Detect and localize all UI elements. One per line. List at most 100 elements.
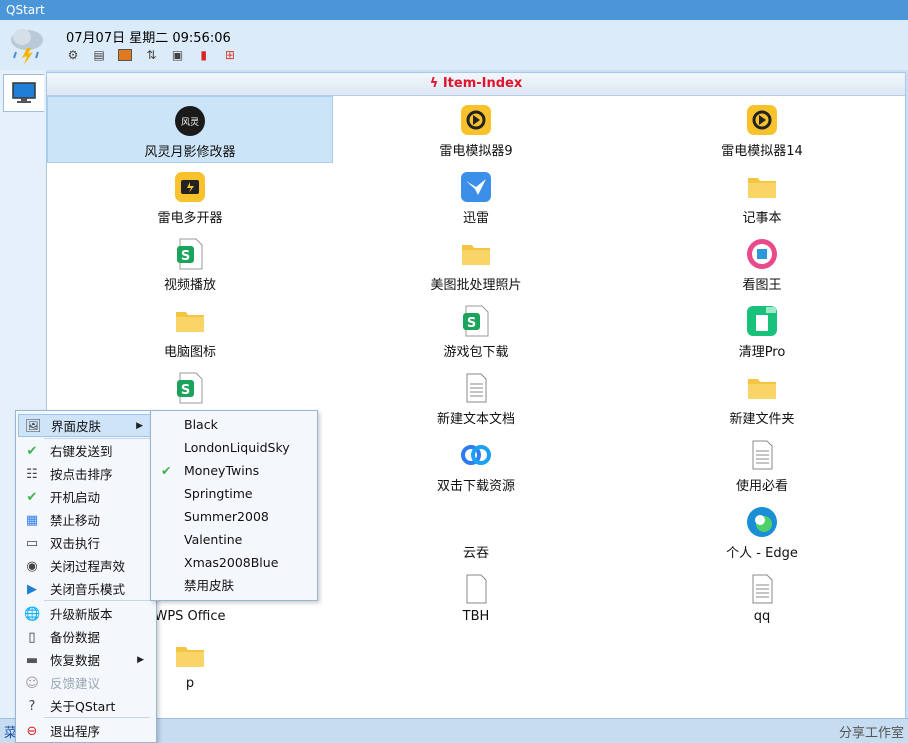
grid-item-label: 迅雷 bbox=[462, 211, 489, 226]
menu-item: ☺ 反馈建议 bbox=[18, 672, 152, 695]
exit-icon: ⊖ bbox=[26, 724, 38, 739]
menu-item[interactable]: 🖼 界面皮肤 ▶ bbox=[18, 414, 152, 437]
grid-item[interactable]: 雷电多开器 bbox=[47, 163, 333, 230]
skin-option-label: LondonLiquidSky bbox=[184, 440, 290, 455]
menu-item-label: 开机启动 bbox=[50, 490, 101, 505]
gear-icon[interactable]: ⚙ bbox=[66, 48, 80, 62]
menu-item-label: 关闭音乐模式 bbox=[50, 582, 126, 597]
skin-option[interactable]: ✔ MoneyTwins bbox=[153, 459, 313, 482]
menu-item[interactable]: ☷ 按点击排序 bbox=[18, 463, 152, 486]
grid-item[interactable]: 迅雷 bbox=[333, 163, 619, 230]
signal-icon[interactable]: ▮ bbox=[197, 48, 211, 62]
book-icon[interactable]: ▤ bbox=[92, 48, 106, 62]
menu-item[interactable]: ? 关于QStart bbox=[18, 695, 152, 718]
wps-sheet-icon: S bbox=[174, 238, 206, 270]
svg-text:S: S bbox=[181, 383, 190, 398]
menu-item-label: 按点击排序 bbox=[50, 467, 113, 482]
skin-option-label: Black bbox=[184, 417, 218, 432]
title-bar: QStart bbox=[0, 0, 908, 20]
grid-item-label: 美图批处理照片 bbox=[430, 278, 522, 293]
skin-option[interactable]: 禁用皮肤 bbox=[153, 574, 313, 597]
skin-option[interactable]: Black bbox=[153, 413, 313, 436]
folder-icon bbox=[746, 171, 778, 203]
menu-item-label: 备份数据 bbox=[50, 630, 101, 645]
skin-option[interactable]: Xmas2008Blue bbox=[153, 551, 313, 574]
skin-option[interactable]: Springtime bbox=[153, 482, 313, 505]
grid-item[interactable]: TBH bbox=[333, 565, 619, 632]
xunlei-icon bbox=[460, 171, 492, 203]
grid-item[interactable]: S 视频播放 bbox=[47, 230, 333, 297]
grid-item[interactable]: 个人 - Edge bbox=[619, 498, 905, 565]
menu-item-label: 反馈建议 bbox=[50, 676, 101, 691]
cleaner-pro-icon bbox=[746, 305, 778, 337]
folder-icon bbox=[174, 640, 206, 672]
grid-item-label: 云吞 bbox=[462, 546, 489, 561]
grid-item[interactable]: 新建文本文档 bbox=[333, 364, 619, 431]
grid-item-label: 新建文件夹 bbox=[729, 412, 795, 427]
skin-option[interactable]: Summer2008 bbox=[153, 505, 313, 528]
menu-item[interactable]: ▭ 双击执行 bbox=[18, 532, 152, 555]
drive-icon: ▬ bbox=[25, 653, 39, 668]
grid-item-label: 记事本 bbox=[742, 211, 782, 226]
weather-logo-icon[interactable] bbox=[8, 24, 46, 66]
menu-item[interactable]: ✔ 右键发送到 bbox=[18, 440, 152, 463]
check-icon: ✔ bbox=[26, 490, 38, 505]
grid-item[interactable]: 新建文件夹 bbox=[619, 364, 905, 431]
grid-item[interactable]: 使用必看 bbox=[619, 431, 905, 498]
sort-icon[interactable]: ⇅ bbox=[144, 48, 158, 62]
menu-item[interactable]: ⊖ 退出程序 bbox=[18, 720, 152, 743]
windows-icon[interactable]: ⊞ bbox=[223, 48, 237, 62]
grid-item[interactable]: 云吞 bbox=[333, 498, 619, 565]
grid-item[interactable]: 美图批处理照片 bbox=[333, 230, 619, 297]
check-icon: ✔ bbox=[161, 463, 172, 478]
menu-separator bbox=[44, 717, 150, 718]
image-icon[interactable] bbox=[118, 48, 133, 61]
menu-item[interactable]: ▯ 备份数据 bbox=[18, 626, 152, 649]
grid-icon: ▦ bbox=[25, 513, 39, 528]
lightning-icon: ϟ bbox=[429, 76, 443, 91]
menu-item[interactable]: ▦ 禁止移动 bbox=[18, 509, 152, 532]
help-icon: ? bbox=[28, 699, 36, 714]
grid-item[interactable]: 风灵 风灵月影修改器 bbox=[47, 96, 333, 163]
folder-icon bbox=[174, 305, 206, 337]
skin-option[interactable]: LondonLiquidSky bbox=[153, 436, 313, 459]
menu-item-label: 升级新版本 bbox=[50, 607, 113, 622]
menu-item-label: 禁止移动 bbox=[50, 513, 101, 528]
skin-option-label: Xmas2008Blue bbox=[184, 555, 279, 570]
sort-list-icon: ☷ bbox=[26, 467, 38, 482]
skin-icon: 🖼 bbox=[25, 419, 42, 434]
menu-item[interactable]: 🌐 升级新版本 bbox=[18, 603, 152, 626]
grid-item[interactable]: 雷电模拟器14 bbox=[619, 96, 905, 163]
menu-item[interactable]: ◉ 关闭过程声效 bbox=[18, 555, 152, 578]
skin-option[interactable]: Valentine bbox=[153, 528, 313, 551]
grid-item-label: 看图王 bbox=[742, 278, 782, 293]
text-file-icon bbox=[746, 573, 778, 605]
menu-item[interactable]: ✔ 开机启动 bbox=[18, 486, 152, 509]
grid-item[interactable]: qq bbox=[619, 565, 905, 632]
baidu-netdisk-icon bbox=[460, 439, 492, 471]
folder-icon bbox=[746, 372, 778, 404]
item-panel: ϟ Item-Index 风灵 风灵月影修改器 雷电模拟器9 雷电模拟器14 雷电多开器… bbox=[46, 72, 906, 720]
chip-icon[interactable]: ▣ bbox=[171, 48, 185, 62]
submenu-arrow-icon: ▶ bbox=[136, 421, 143, 431]
grid-item[interactable]: 双击下载资源 bbox=[333, 431, 619, 498]
menu-item-label: 双击执行 bbox=[50, 536, 101, 551]
menu-item-label: 关于QStart bbox=[50, 699, 116, 714]
grid-item-label: 雷电模拟器14 bbox=[721, 144, 803, 159]
blank-icon bbox=[460, 506, 492, 538]
grid-item[interactable]: 电脑图标 bbox=[47, 297, 333, 364]
fengling-app-icon: 风灵 bbox=[174, 105, 206, 137]
grid-item[interactable]: 清理Pro bbox=[619, 297, 905, 364]
grid-item[interactable]: 雷电模拟器9 bbox=[333, 96, 619, 163]
window-icon: ▭ bbox=[25, 536, 39, 551]
skin-submenu: Black LondonLiquidSky ✔ MoneyTwins Springtim… bbox=[150, 410, 318, 601]
context-menu: 🖼 界面皮肤 ▶ ✔ 右键发送到 ☷ 按点击排序 ✔ 开机启动 ▦ 禁止移动 ▭ 双击执行 ◉ 关闭过程声效… bbox=[15, 410, 157, 743]
window-title: QStart bbox=[6, 3, 45, 17]
skin-option-label: Summer2008 bbox=[184, 509, 269, 524]
tab-desktop[interactable] bbox=[3, 74, 44, 112]
menu-item[interactable]: ▶ 关闭音乐模式 bbox=[18, 578, 152, 601]
grid-item[interactable]: 看图王 bbox=[619, 230, 905, 297]
menu-item[interactable]: ▬ 恢复数据 ▶ bbox=[18, 649, 152, 672]
grid-item[interactable]: 记事本 bbox=[619, 163, 905, 230]
grid-item[interactable]: S 游戏包下载 bbox=[333, 297, 619, 364]
